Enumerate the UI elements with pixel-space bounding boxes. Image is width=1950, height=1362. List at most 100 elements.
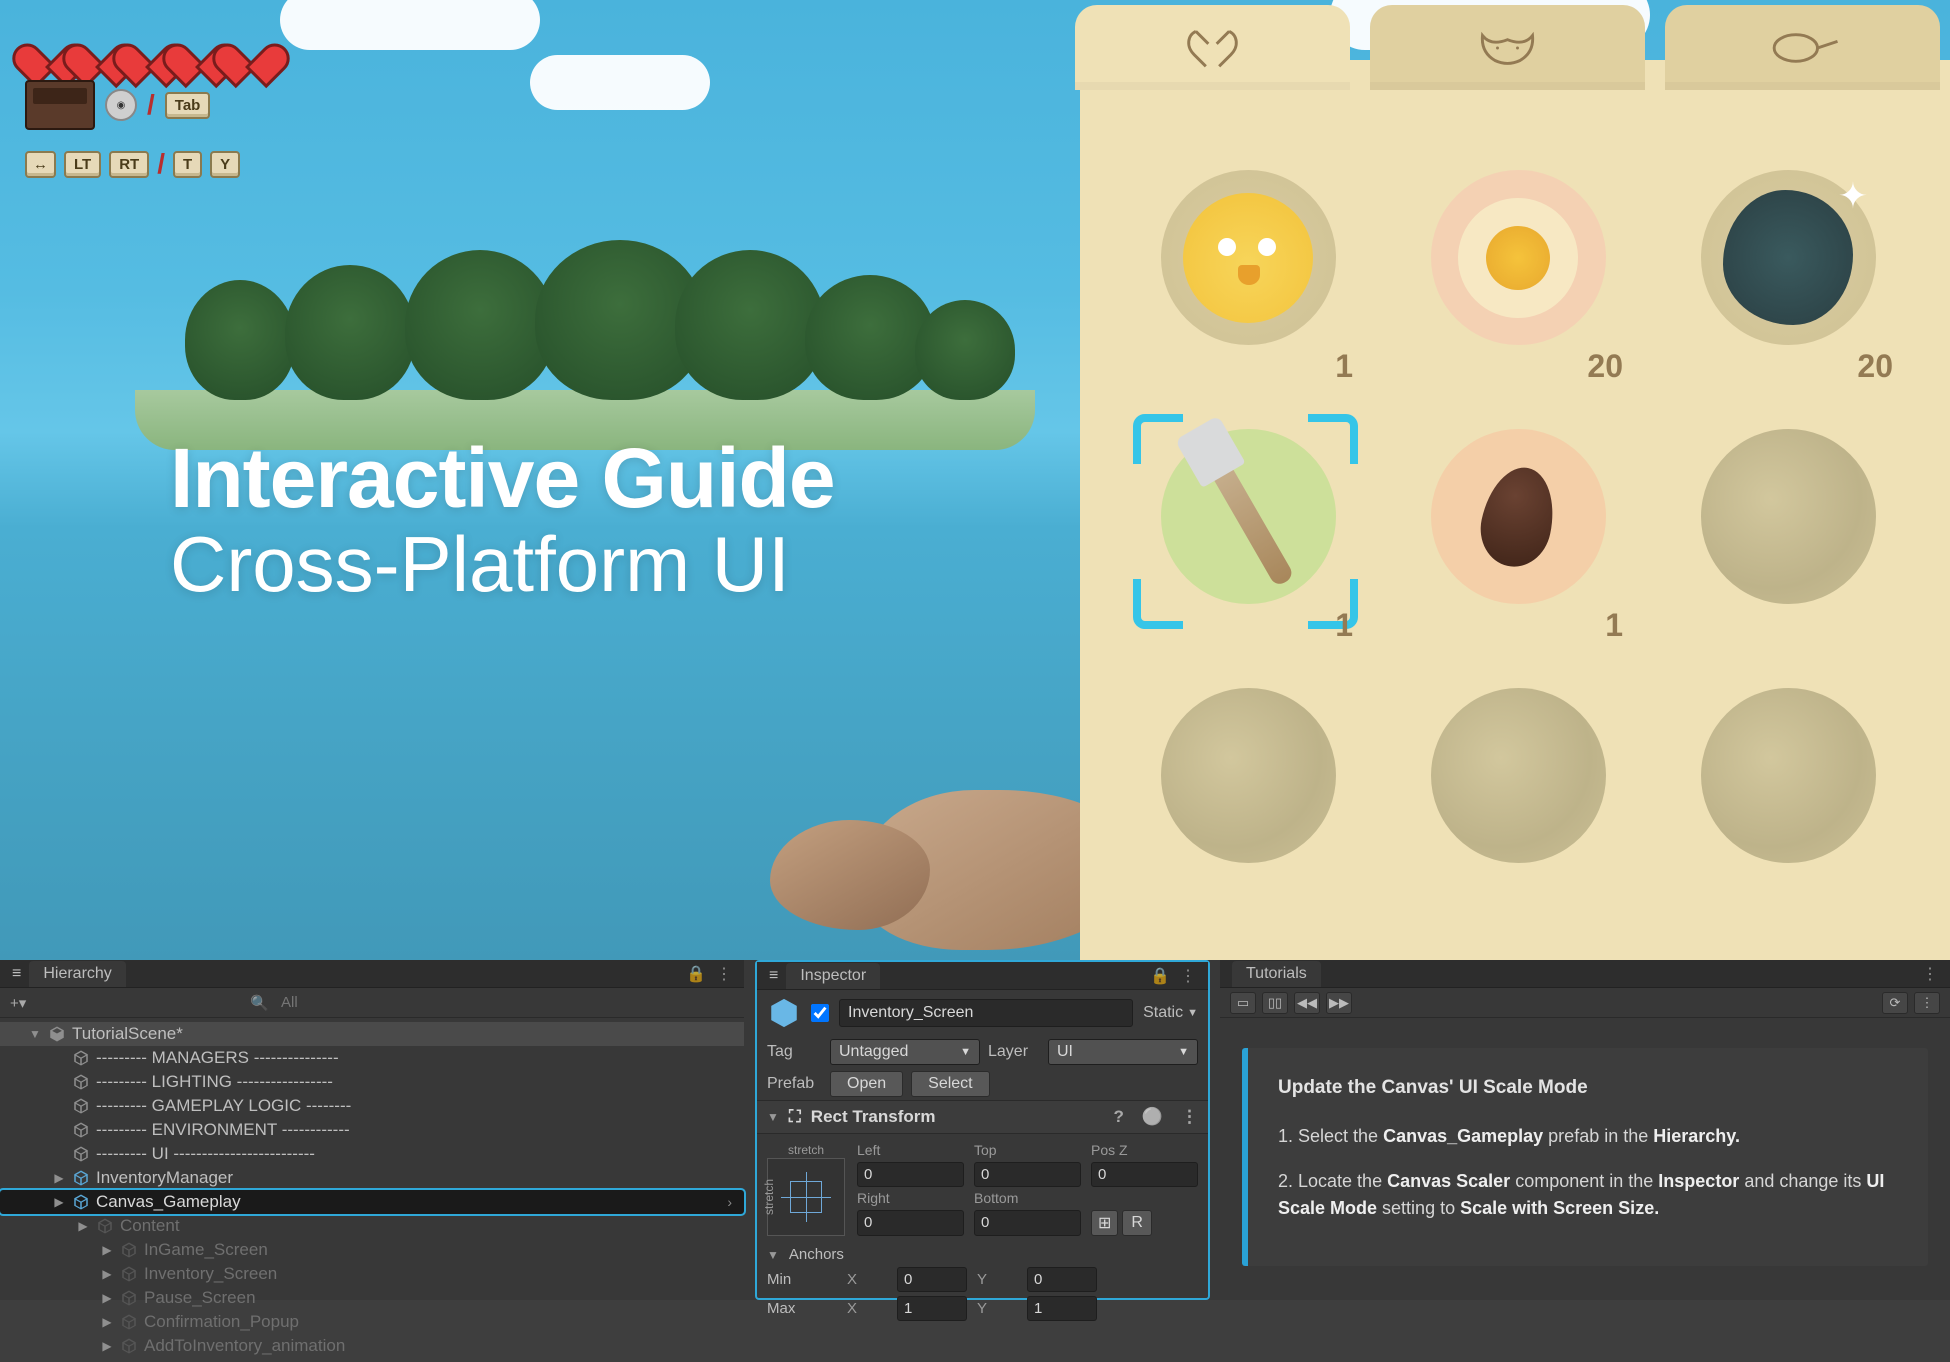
gamepad-button-icon: ◉ (105, 89, 137, 121)
hierarchy-toolbar: +▾ 🔍 (0, 988, 744, 1018)
rect-transform-icon: ⛶ (789, 1107, 801, 1127)
preset-icon[interactable]: ⚪ (1142, 1107, 1163, 1127)
top-input[interactable] (974, 1162, 1081, 1188)
node-label: Canvas_Gameplay (96, 1192, 241, 1212)
prefab-label: Prefab (767, 1075, 822, 1093)
panel-grip-icon[interactable]: ≡ (769, 967, 778, 985)
tab-craft[interactable] (1075, 5, 1350, 90)
tutorial-column-button[interactable]: ▯▯ (1262, 992, 1288, 1014)
hierarchy-node[interactable]: --------- UI ------------------------- (0, 1142, 744, 1166)
tutorial-card: Update the Canvas' UI Scale Mode 1. Sele… (1242, 1048, 1928, 1266)
anchor-min-x-input[interactable] (897, 1267, 967, 1292)
hierarchy-node[interactable]: --------- MANAGERS --------------- (0, 1046, 744, 1070)
tutorial-settings-button[interactable]: ⋮ (1914, 992, 1940, 1014)
hierarchy-tree[interactable]: ▼ TutorialScene* --------- MANAGERS ----… (0, 1018, 744, 1362)
inventory-slot-empty[interactable] (1128, 673, 1368, 908)
inventory-slot[interactable]: 1 (1128, 155, 1368, 390)
prefab-open-button[interactable]: Open (830, 1071, 903, 1097)
component-menu-icon[interactable]: ⋮ (1181, 1107, 1198, 1127)
keycap-y: Y (210, 151, 240, 178)
tag-dropdown[interactable]: Untagged▼ (830, 1039, 980, 1065)
component-header[interactable]: ▼ ⛶ Rect Transform ? ⚪ ⋮ (757, 1100, 1208, 1134)
node-label: --------- GAMEPLAY LOGIC -------- (96, 1096, 351, 1116)
object-name-input[interactable] (839, 999, 1133, 1027)
panel-tabbar: ≡ Inspector 🔒 ⋮ (757, 962, 1208, 990)
node-label: InventoryManager (96, 1168, 233, 1188)
panel-title[interactable]: Hierarchy (29, 961, 125, 987)
bottom-input[interactable] (974, 1210, 1081, 1237)
inspector-header: Static ▼ (757, 990, 1208, 1036)
health-hearts (25, 25, 270, 65)
panel-grip-icon[interactable]: ≡ (12, 965, 21, 983)
item-count: 1 (1335, 348, 1353, 385)
field-label: Right (857, 1190, 964, 1207)
heart-icon (225, 25, 270, 65)
panel-lock-icon[interactable]: 🔒 (1150, 966, 1170, 986)
item-egg-icon (1458, 198, 1578, 318)
left-input[interactable] (857, 1162, 964, 1188)
anchor-min-y-input[interactable] (1027, 1267, 1097, 1292)
hierarchy-node[interactable]: --------- ENVIRONMENT ------------ (0, 1118, 744, 1142)
rect-transform-body: stretch stretch Left Top Pos Z Right Bot… (757, 1134, 1208, 1244)
hierarchy-node[interactable]: ▶Pause_Screen (0, 1286, 744, 1310)
hierarchy-node[interactable]: ▶Inventory_Screen (0, 1262, 744, 1286)
enabled-checkbox[interactable] (811, 1004, 829, 1022)
panel-menu-icon[interactable]: ⋮ (1180, 966, 1196, 986)
hierarchy-scene-root[interactable]: ▼ TutorialScene* (0, 1022, 744, 1046)
prefab-row: Prefab Open Select (757, 1068, 1208, 1100)
inventory-slot[interactable]: 20 (1398, 155, 1638, 390)
item-count: 1 (1335, 607, 1353, 644)
inventory-slot-selected[interactable]: 1 (1128, 414, 1368, 649)
tree (675, 250, 825, 400)
hierarchy-node[interactable]: --------- LIGHTING ----------------- (0, 1070, 744, 1094)
right-input[interactable] (857, 1210, 964, 1237)
static-toggle[interactable]: Static ▼ (1143, 1004, 1198, 1022)
static-label: Static (1143, 1004, 1183, 1022)
hierarchy-node[interactable]: --------- GAMEPLAY LOGIC -------- (0, 1094, 744, 1118)
hierarchy-node[interactable]: ▶Content (0, 1214, 744, 1238)
blueprint-mode-button[interactable]: ⊞ (1091, 1210, 1118, 1237)
hierarchy-node[interactable]: ▶InventoryManager (0, 1166, 744, 1190)
hierarchy-search-input[interactable] (281, 994, 401, 1011)
help-icon[interactable]: ? (1113, 1107, 1123, 1127)
raw-edit-button[interactable]: R (1122, 1210, 1152, 1237)
tutorial-next-button[interactable]: ▶▶ (1326, 992, 1352, 1014)
hierarchy-node[interactable]: ▶AddToInventory_animation (0, 1334, 744, 1358)
anchors-header[interactable]: ▼ Anchors (757, 1244, 1208, 1265)
hierarchy-node[interactable]: ▶Canvas_Gameplay› (0, 1190, 744, 1214)
inventory-slot[interactable]: 1 (1398, 414, 1638, 649)
separator-icon: / (157, 148, 165, 180)
inventory-slot-empty[interactable] (1398, 673, 1638, 908)
tab-critters[interactable] (1370, 5, 1645, 90)
panel-lock-icon[interactable]: 🔒 (686, 964, 706, 984)
tutorial-refresh-button[interactable]: ⟳ (1882, 992, 1908, 1014)
keycap-rt: RT (109, 151, 149, 178)
node-label: --------- LIGHTING ----------------- (96, 1072, 333, 1092)
panel-title[interactable]: Tutorials (1232, 961, 1321, 987)
hierarchy-node[interactable]: ▶InGame_Screen (0, 1238, 744, 1262)
inventory-grid: 1 20 20 1 1 (1128, 155, 1908, 908)
panel-menu-icon[interactable]: ⋮ (716, 964, 732, 984)
posz-input[interactable] (1091, 1162, 1198, 1188)
craft-icon (1170, 23, 1255, 73)
panel-title[interactable]: Inspector (786, 963, 880, 989)
tutorial-heading: Update the Canvas' UI Scale Mode (1278, 1074, 1898, 1103)
anchor-preset-button[interactable]: stretch stretch (767, 1158, 845, 1236)
hierarchy-node[interactable]: ▶Confirmation_Popup (0, 1310, 744, 1334)
prefab-select-button[interactable]: Select (911, 1071, 989, 1097)
gameobject-icon (767, 996, 801, 1030)
max-label: Max (767, 1300, 837, 1317)
tutorial-view-button[interactable]: ▭ (1230, 992, 1256, 1014)
layer-dropdown[interactable]: UI▼ (1048, 1039, 1198, 1065)
panel-menu-icon[interactable]: ⋮ (1922, 964, 1938, 984)
node-label: Content (120, 1216, 180, 1236)
tab-cook[interactable] (1665, 5, 1940, 90)
tutorial-prev-button[interactable]: ◀◀ (1294, 992, 1320, 1014)
create-button[interactable]: +▾ (10, 994, 26, 1012)
node-label: --------- MANAGERS --------------- (96, 1048, 339, 1068)
inventory-slot-empty[interactable] (1668, 673, 1908, 908)
inventory-slot[interactable]: 20 (1668, 155, 1908, 390)
inventory-slot-empty[interactable] (1668, 414, 1908, 649)
node-label: AddToInventory_animation (144, 1336, 345, 1356)
stretch-label: stretch (762, 1159, 776, 1235)
